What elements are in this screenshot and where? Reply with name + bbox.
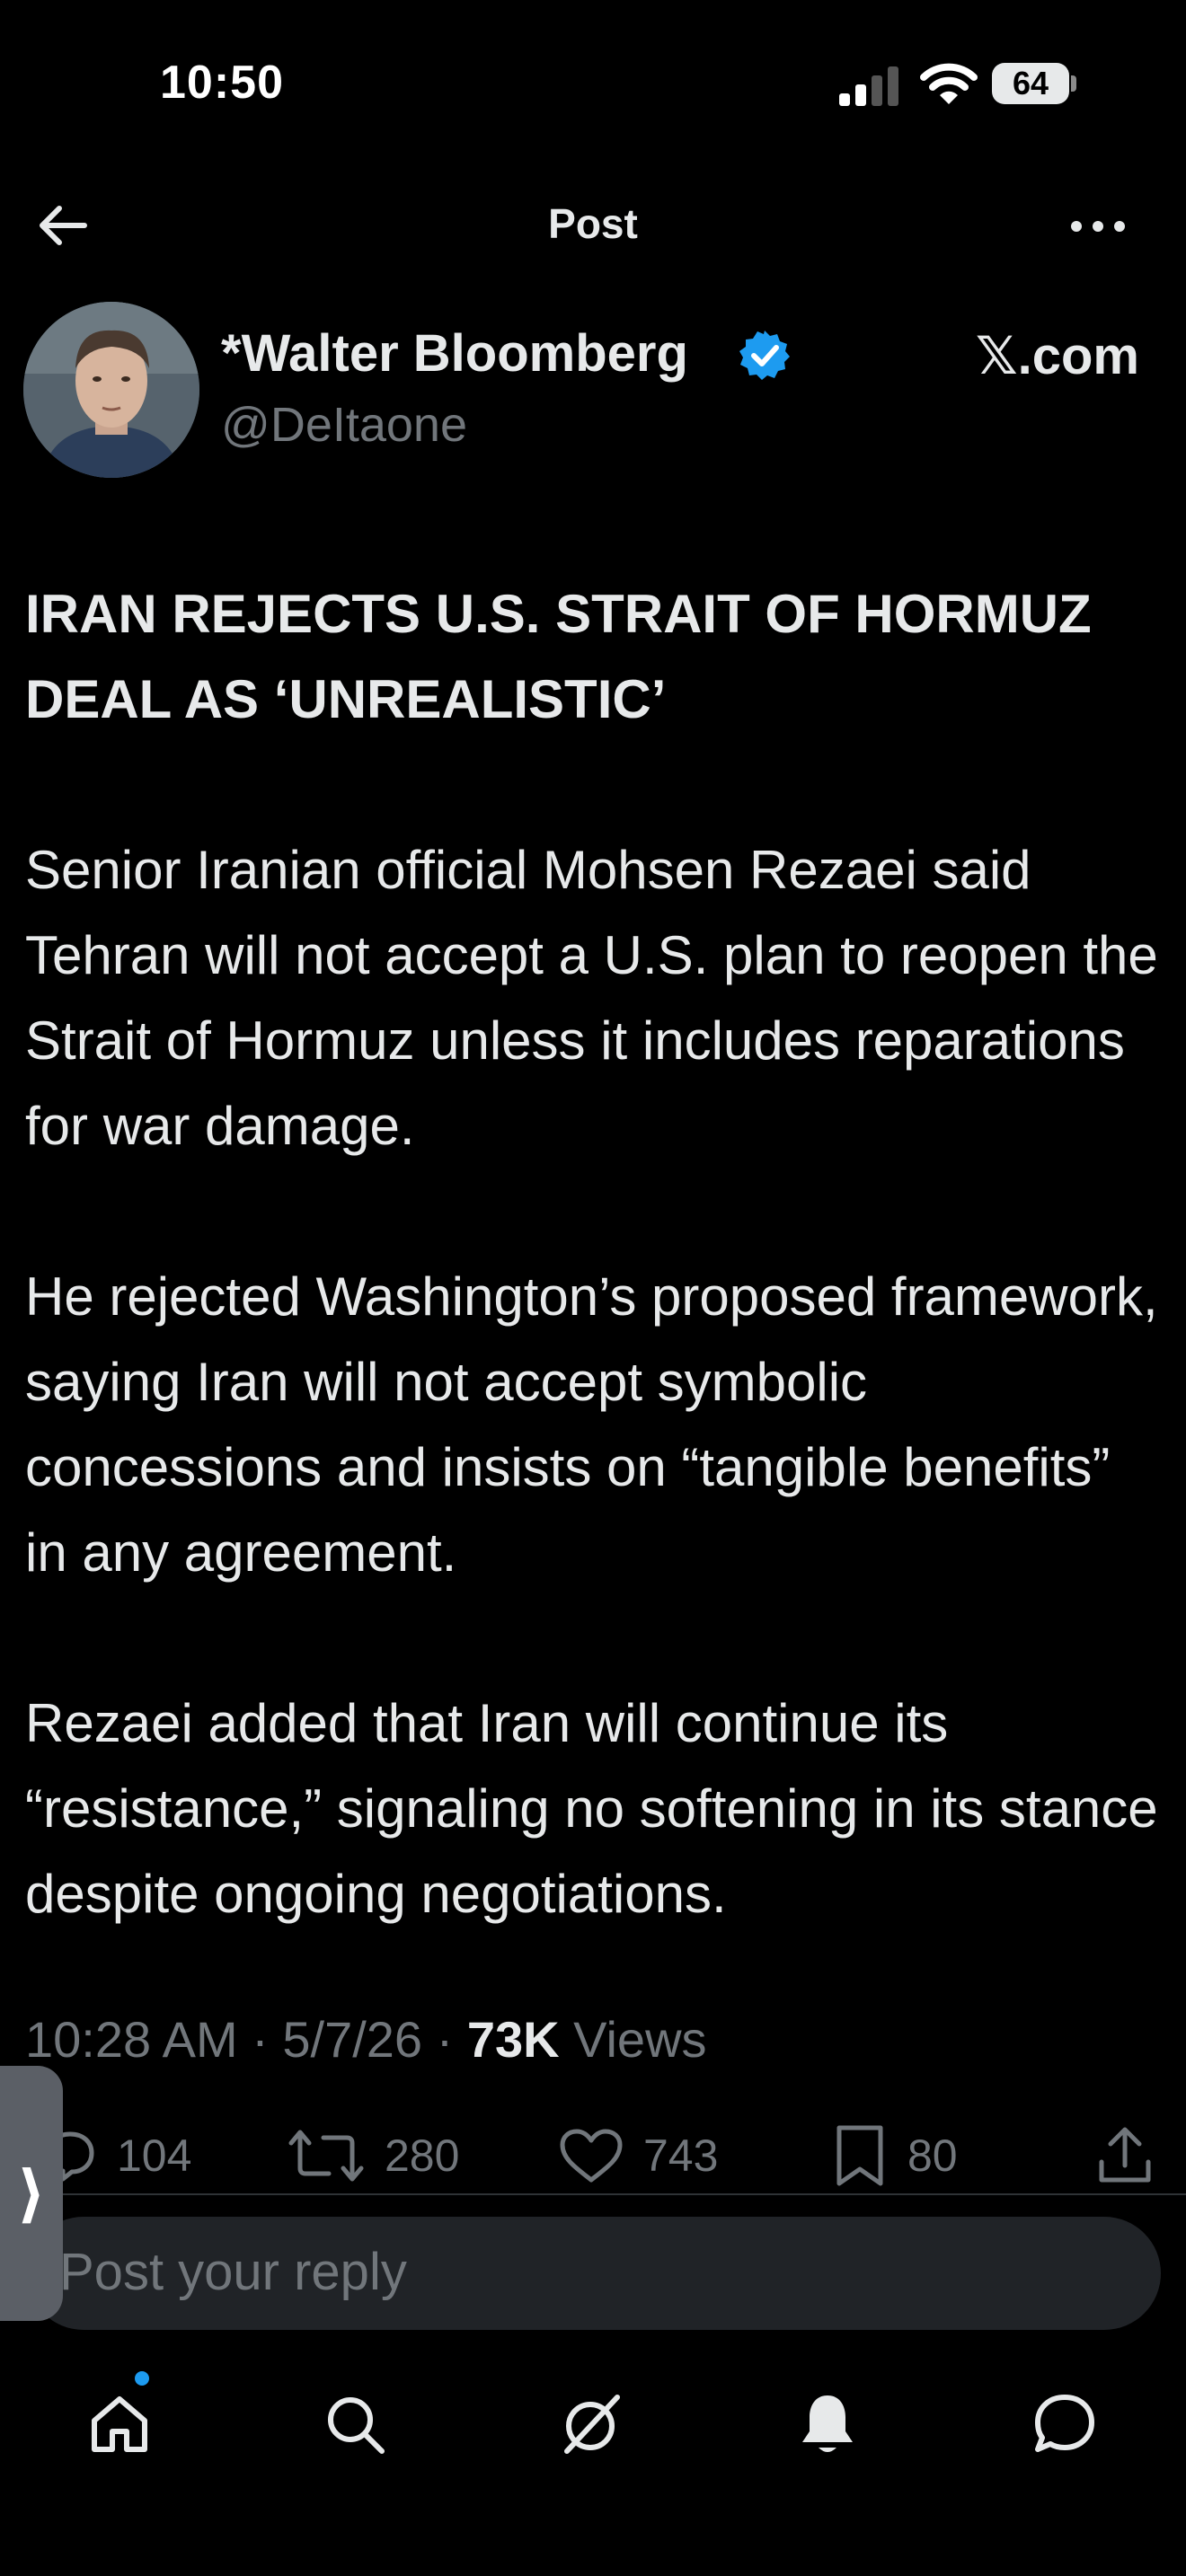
source-label: 𝕏.com — [975, 327, 1139, 385]
bookmark-count: 80 — [907, 2130, 958, 2181]
bookmark-icon — [836, 2125, 883, 2186]
post-time: 10:28 AM — [25, 2011, 238, 2068]
nav-home[interactable] — [79, 2384, 160, 2465]
post-paragraph: Rezaei added that Iran will continue its… — [25, 1693, 1158, 1924]
views-label: Views — [573, 2011, 707, 2068]
like-count: 743 — [643, 2130, 719, 2181]
share-button[interactable] — [1096, 2120, 1173, 2192]
battery-indicator: 64 — [992, 63, 1069, 104]
post-meta: 10:28 AM · 5/7/26 · 73K Views — [25, 2011, 707, 2068]
repost-icon — [288, 2130, 364, 2182]
nav-notifications[interactable] — [787, 2384, 868, 2465]
share-icon — [1099, 2127, 1151, 2183]
messages-icon — [1035, 2395, 1094, 2452]
like-icon — [560, 2129, 623, 2183]
more-icon[interactable] — [1069, 216, 1127, 237]
verified-icon[interactable] — [739, 329, 791, 381]
grok-icon — [564, 2395, 620, 2454]
nav-search[interactable] — [314, 2384, 395, 2465]
post-body: IRAN REJECTS U.S. STRAIT OF HORMUZ DEAL … — [25, 571, 1166, 1936]
views-count[interactable]: 73K — [467, 2011, 560, 2068]
search-icon — [328, 2397, 385, 2454]
chevron-right-icon: ⟩ — [17, 2158, 46, 2228]
avatar[interactable] — [23, 302, 199, 478]
side-panel-tab[interactable]: ⟩ — [0, 2066, 63, 2321]
cellular-signal-icon — [839, 66, 898, 106]
reply-placeholder[interactable]: Post your reply — [59, 2242, 407, 2302]
nav-grok[interactable] — [552, 2384, 633, 2465]
repost-count: 280 — [385, 2130, 460, 2181]
author-handle[interactable]: @DeItaone — [221, 397, 467, 453]
battery-nub — [1071, 75, 1076, 92]
wifi-icon — [920, 63, 978, 104]
divider — [0, 2193, 1186, 2195]
post-paragraph: He rejected Washington’s proposed framew… — [25, 1266, 1158, 1583]
post-date: 5/7/26 — [282, 2011, 423, 2068]
author-name[interactable]: *Walter Bloomberg — [221, 323, 688, 384]
status-time: 10:50 — [160, 57, 284, 109]
reply-button[interactable]: 104 — [43, 2120, 191, 2192]
reply-count: 104 — [117, 2130, 192, 2181]
home-icon — [92, 2396, 147, 2452]
repost-button[interactable]: 280 — [288, 2120, 459, 2192]
nav-messages[interactable] — [1024, 2384, 1105, 2465]
like-button[interactable]: 743 — [559, 2120, 718, 2192]
back-arrow-icon[interactable] — [36, 203, 90, 248]
bookmark-button[interactable]: 80 — [832, 2120, 958, 2192]
post-headline: IRAN REJECTS U.S. STRAIT OF HORMUZ DEAL … — [25, 584, 1092, 729]
page-title: Post — [548, 200, 638, 247]
post-paragraph: Senior Iranian official Mohsen Rezaei sa… — [25, 840, 1158, 1156]
notifications-icon — [802, 2395, 853, 2452]
